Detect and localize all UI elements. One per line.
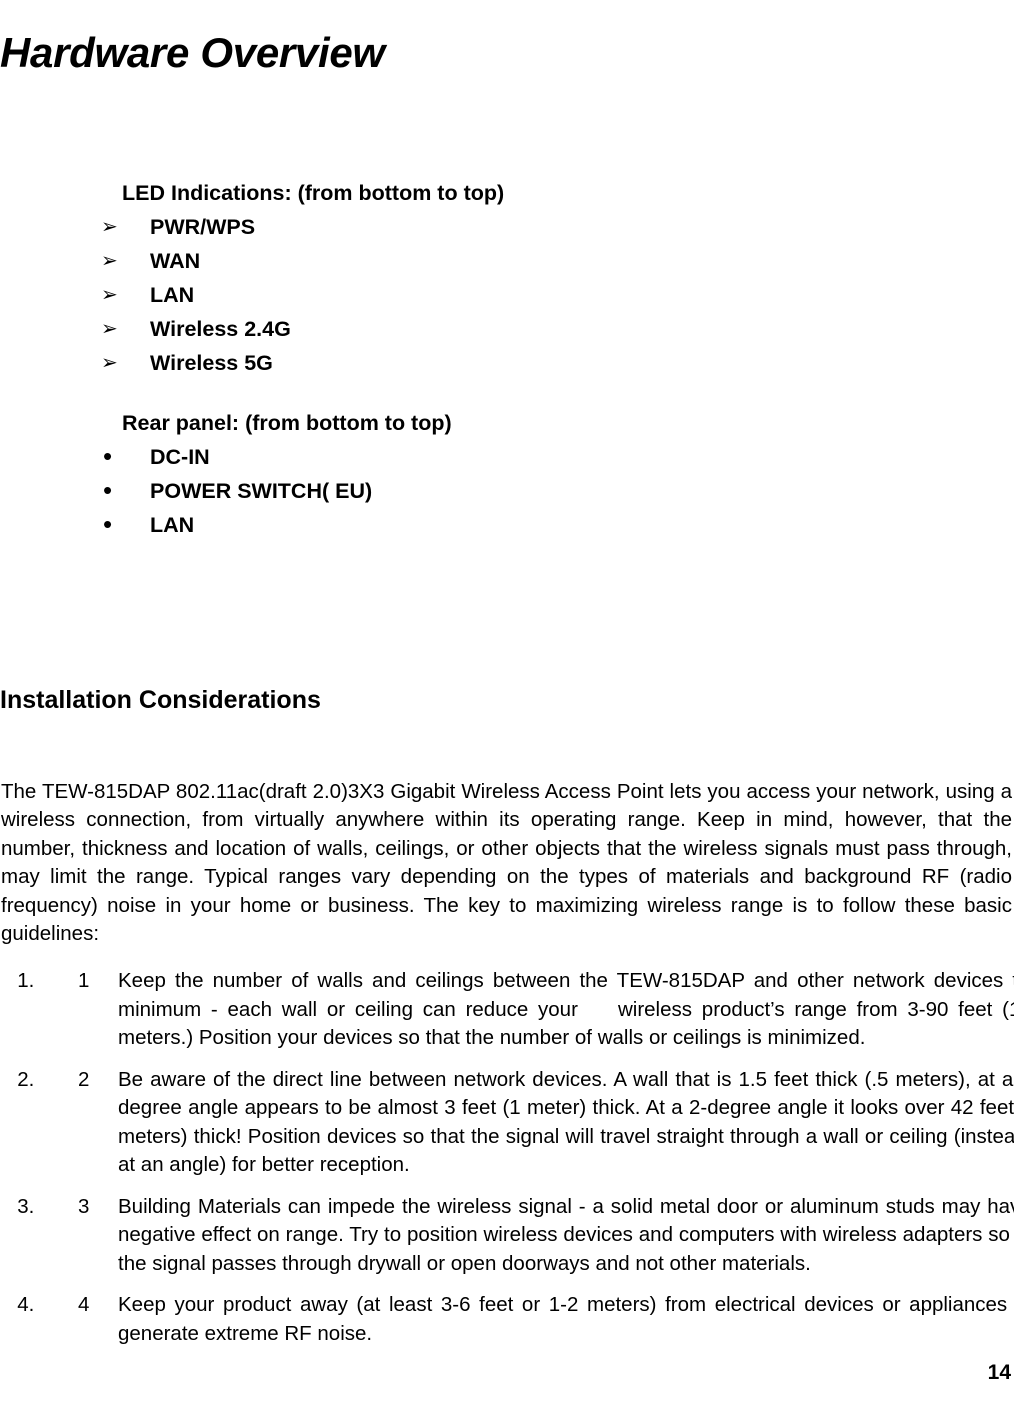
arrow-bullet-icon: ➢ (101, 318, 118, 340)
led-indications-heading: LED Indications: (from bottom to top) (122, 181, 505, 205)
list-item: ➢ WAN (0, 244, 1014, 278)
list-item-label: Wireless 5G (150, 351, 273, 375)
led-indications-list: ➢ PWR/WPS ➢ WAN ➢ LAN ➢ Wireless 2.4G ➢ … (0, 210, 1014, 380)
list-item-text: Be aware of the direct line between netw… (118, 1067, 1014, 1177)
arrow-bullet-icon: ➢ (101, 352, 118, 374)
rear-panel-list: • DC-IN • POWER SWITCH( EU) • LAN (0, 440, 1014, 542)
page-title: Hardware Overview (0, 29, 385, 77)
list-item-label: PWR/WPS (150, 215, 256, 239)
list-item-label: WAN (150, 249, 201, 273)
dot-bullet-icon: • (103, 441, 113, 471)
arrow-bullet-icon: ➢ (101, 284, 118, 306)
list-item-label: POWER SWITCH( EU) (150, 479, 373, 503)
page-number: 14 (987, 1361, 1011, 1384)
list-item: 3 Building Materials can impede the wire… (40, 1193, 1014, 1279)
list-item-text: Building Materials can impede the wirele… (118, 1194, 1014, 1275)
dot-bullet-icon: • (103, 509, 113, 539)
list-item-number: 2 (78, 1067, 90, 1091)
list-item-number: 4 (78, 1293, 90, 1316)
list-item: 1 Keep the number of walls and ceilings … (40, 967, 1014, 1053)
list-item-label: LAN (150, 283, 195, 307)
list-item: • POWER SWITCH( EU) (0, 474, 1014, 508)
list-item-label: LAN (150, 513, 195, 537)
hardware-overview-spec-block: LED Indications: (from bottom to top) ➢ … (0, 176, 1014, 542)
list-item: ➢ Wireless 5G (0, 346, 1014, 380)
installation-considerations-heading: Installation Considerations (0, 685, 321, 714)
arrow-bullet-icon: ➢ (101, 250, 118, 272)
list-item: ➢ PWR/WPS (0, 210, 1014, 244)
list-item: • LAN (0, 508, 1014, 542)
list-item-label: Wireless 2.4G (150, 317, 291, 341)
list-item-number: 3 (78, 1194, 90, 1218)
list-item-label: DC-IN (150, 445, 210, 469)
list-item-text: Keep your product away (at least 3-6 fee… (118, 1293, 1014, 1345)
dot-bullet-icon: • (103, 475, 113, 505)
installation-guidelines-list: 1 Keep the number of walls and ceilings … (0, 967, 1014, 1361)
list-item: 4 Keep your product away (at least 3-6 f… (40, 1291, 1014, 1348)
list-item-text: Keep the number of walls and ceilings be… (118, 969, 1014, 1049)
document-page: Hardware Overview LED Indications: (from… (0, 0, 1014, 1401)
arrow-bullet-icon: ➢ (101, 216, 118, 238)
list-item: • DC-IN (0, 440, 1014, 474)
list-item: 2 Be aware of the direct line between ne… (40, 1066, 1014, 1180)
list-item: ➢ Wireless 2.4G (0, 312, 1014, 346)
rear-panel-heading: Rear panel: (from bottom to top) (122, 411, 452, 435)
list-item-number: 1 (78, 969, 90, 992)
installation-intro-paragraph: The TEW-815DAP 802.11ac(draft 2.0)3X3 Gi… (1, 779, 1012, 946)
list-item: ➢ LAN (0, 278, 1014, 312)
